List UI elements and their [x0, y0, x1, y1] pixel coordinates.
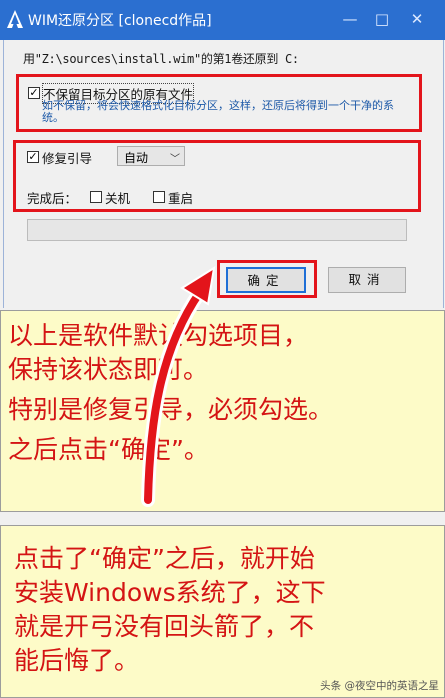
watermark-text: 头条 @夜空中的英语之星	[320, 680, 439, 692]
pointer-arrow-icon	[141, 265, 216, 507]
